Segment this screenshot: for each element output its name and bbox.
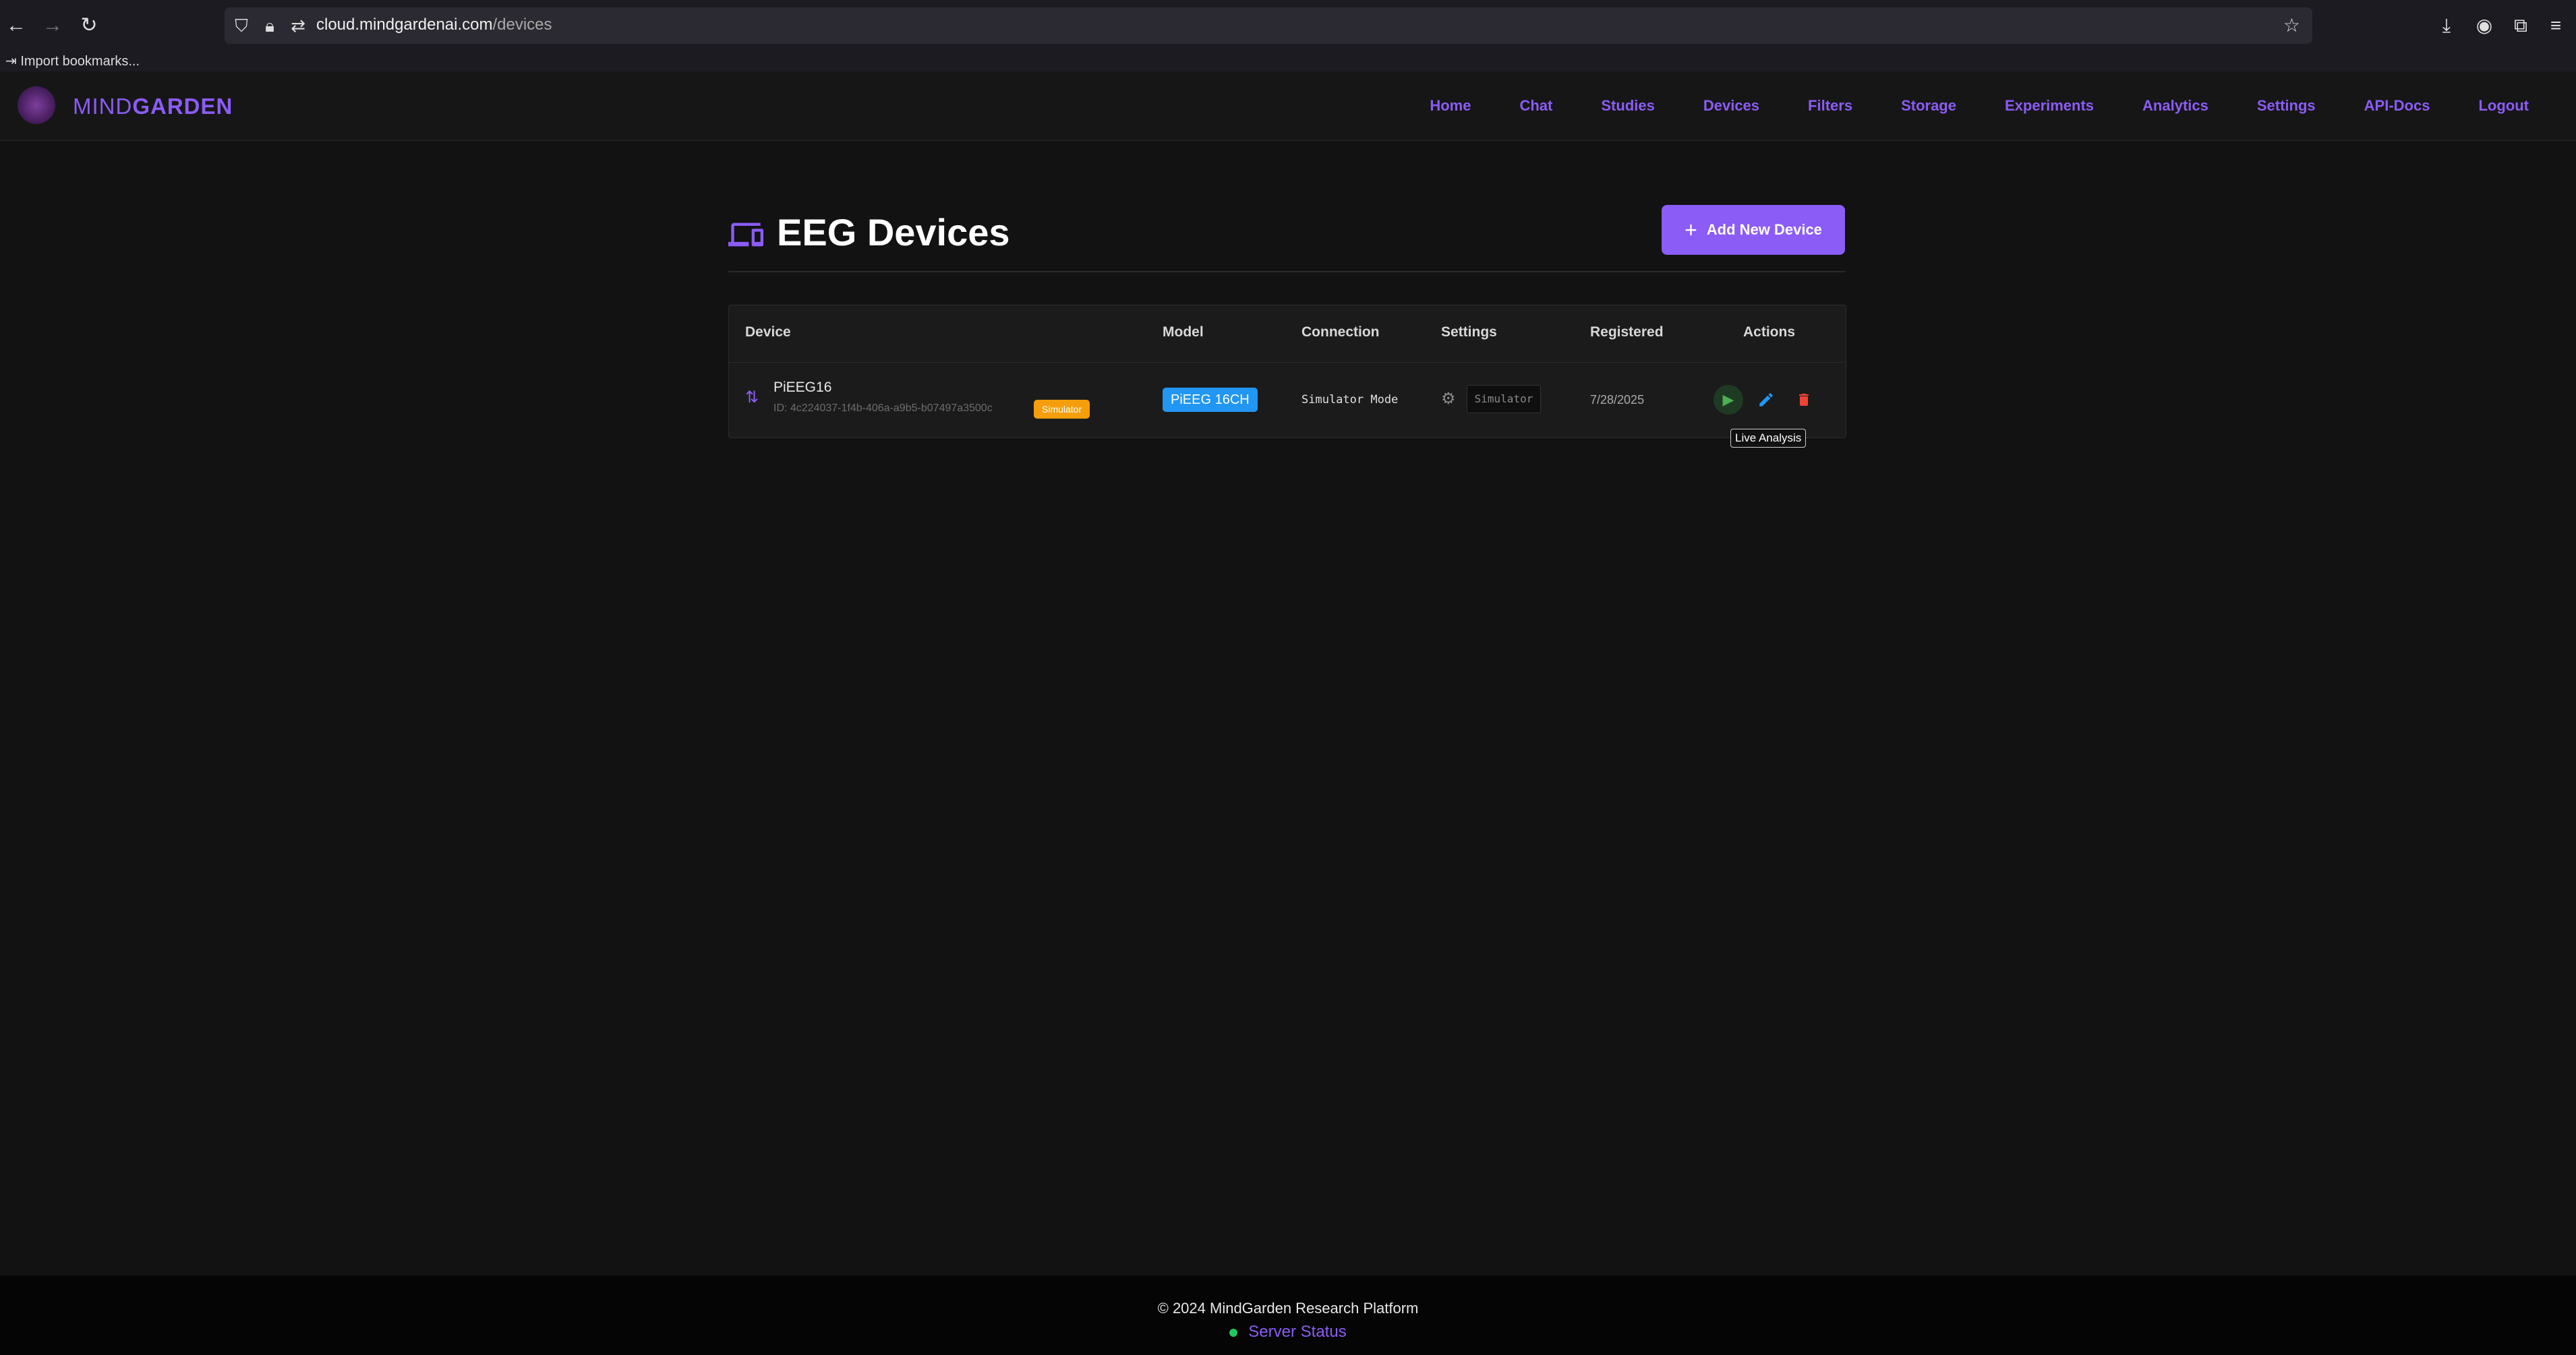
live-analysis-tooltip: Live Analysis bbox=[1730, 429, 1807, 448]
shield-icon[interactable]: ⛉ bbox=[230, 14, 253, 37]
model-badge: PiEEG 16CH bbox=[1163, 388, 1258, 412]
nav-devices[interactable]: Devices bbox=[1703, 97, 1759, 115]
nav-storage[interactable]: Storage bbox=[1901, 97, 1956, 115]
copyright: © 2024 MindGarden Research Platform bbox=[1157, 1300, 1419, 1317]
device-name: PiEEG16 bbox=[773, 380, 832, 395]
status-dot-icon bbox=[1229, 1328, 1238, 1337]
play-icon: ▶ bbox=[1722, 391, 1734, 408]
nav-experiments[interactable]: Experiments bbox=[2005, 97, 2094, 115]
connection-mode: Simulator Mode bbox=[1301, 393, 1399, 406]
devices-icon bbox=[728, 222, 763, 247]
edit-device-button[interactable] bbox=[1751, 385, 1781, 415]
device-id: ID: 4c224037-1f4b-406a-a9b5-b07497a3500c bbox=[773, 402, 993, 414]
back-icon[interactable]: ← bbox=[3, 12, 30, 39]
device-signal-icon: ⇅ bbox=[745, 388, 759, 406]
nav-chat[interactable]: Chat bbox=[1519, 97, 1552, 115]
address-bar[interactable]: ⛉ 🔒︎ ⇄ cloud.mindgardenai.com/devices ☆ bbox=[225, 7, 2312, 44]
col-connection[interactable]: Connection bbox=[1301, 324, 1380, 340]
plus-icon: + bbox=[1685, 217, 1697, 242]
bookmarks-bar: ⇥ Import bookmarks... bbox=[0, 51, 2576, 72]
brand-name[interactable]: MINDGARDEN bbox=[73, 94, 233, 119]
server-status-link[interactable]: Server Status bbox=[0, 1323, 2576, 1342]
col-device[interactable]: Device bbox=[745, 324, 791, 340]
nav-settings[interactable]: Settings bbox=[2257, 97, 2316, 115]
live-analysis-button[interactable]: ▶ bbox=[1714, 385, 1743, 415]
footer: © 2024 MindGarden Research Platform Serv… bbox=[0, 1275, 2576, 1355]
star-icon[interactable]: ☆ bbox=[2283, 14, 2300, 37]
nav-analytics[interactable]: Analytics bbox=[2142, 97, 2208, 115]
account-icon[interactable]: ◉ bbox=[2471, 12, 2498, 39]
devices-table: Device Model Connection Settings Registe… bbox=[728, 305, 1846, 438]
registered-date: 7/28/2025 bbox=[1590, 393, 1645, 406]
nav-api-docs[interactable]: API-Docs bbox=[2364, 97, 2430, 115]
table-row[interactable]: ⇅ PiEEG16 ID: 4c224037-1f4b-406a-a9b5-b0… bbox=[729, 362, 1846, 438]
reload-icon[interactable]: ↻ bbox=[76, 12, 103, 39]
url-text[interactable]: cloud.mindgardenai.com/devices bbox=[316, 16, 552, 34]
settings-field[interactable]: Simulator bbox=[1467, 385, 1541, 413]
col-registered[interactable]: Registered bbox=[1590, 324, 1664, 340]
page-title: EEG Devices bbox=[777, 211, 1010, 253]
col-settings[interactable]: Settings bbox=[1441, 324, 1497, 340]
browser-toolbar: ← → ↻ ⛉ 🔒︎ ⇄ cloud.mindgardenai.com/devi… bbox=[0, 0, 2576, 51]
permissions-icon[interactable]: ⇄ bbox=[287, 14, 310, 37]
nav-studies[interactable]: Studies bbox=[1601, 97, 1654, 115]
add-device-button[interactable]: + Add New Device bbox=[1662, 205, 1845, 255]
col-actions: Actions bbox=[1743, 324, 1796, 340]
nav-filters[interactable]: Filters bbox=[1808, 97, 1852, 115]
nav-logout[interactable]: Logout bbox=[2478, 97, 2529, 115]
import-bookmarks-link[interactable]: ⇥ Import bookmarks... bbox=[5, 53, 140, 69]
extensions-icon[interactable]: ⧉ bbox=[2507, 12, 2534, 39]
delete-icon bbox=[1799, 394, 1809, 406]
page-header: EEG Devices + Add New Device bbox=[728, 202, 1845, 272]
forward-icon[interactable]: → bbox=[39, 12, 66, 39]
main-nav: Home Chat Studies Devices Filters Storag… bbox=[1430, 97, 2529, 115]
nav-home[interactable]: Home bbox=[1430, 97, 1471, 115]
lock-icon[interactable]: 🔒︎ bbox=[258, 14, 281, 37]
logo[interactable] bbox=[18, 86, 55, 124]
edit-icon bbox=[1759, 393, 1773, 406]
add-device-label: Add New Device bbox=[1706, 221, 1822, 238]
download-icon[interactable]: ⤓ bbox=[2433, 12, 2460, 39]
simulator-badge: Simulator bbox=[1034, 400, 1090, 419]
table-header: Device Model Connection Settings Registe… bbox=[729, 305, 1846, 363]
app-header: MINDGARDEN Home Chat Studies Devices Fil… bbox=[0, 71, 2576, 141]
menu-icon[interactable]: ≡ bbox=[2542, 12, 2569, 39]
gear-icon[interactable]: ⚙ bbox=[1441, 389, 1456, 409]
delete-device-button[interactable] bbox=[1789, 385, 1819, 415]
col-model[interactable]: Model bbox=[1163, 324, 1204, 340]
